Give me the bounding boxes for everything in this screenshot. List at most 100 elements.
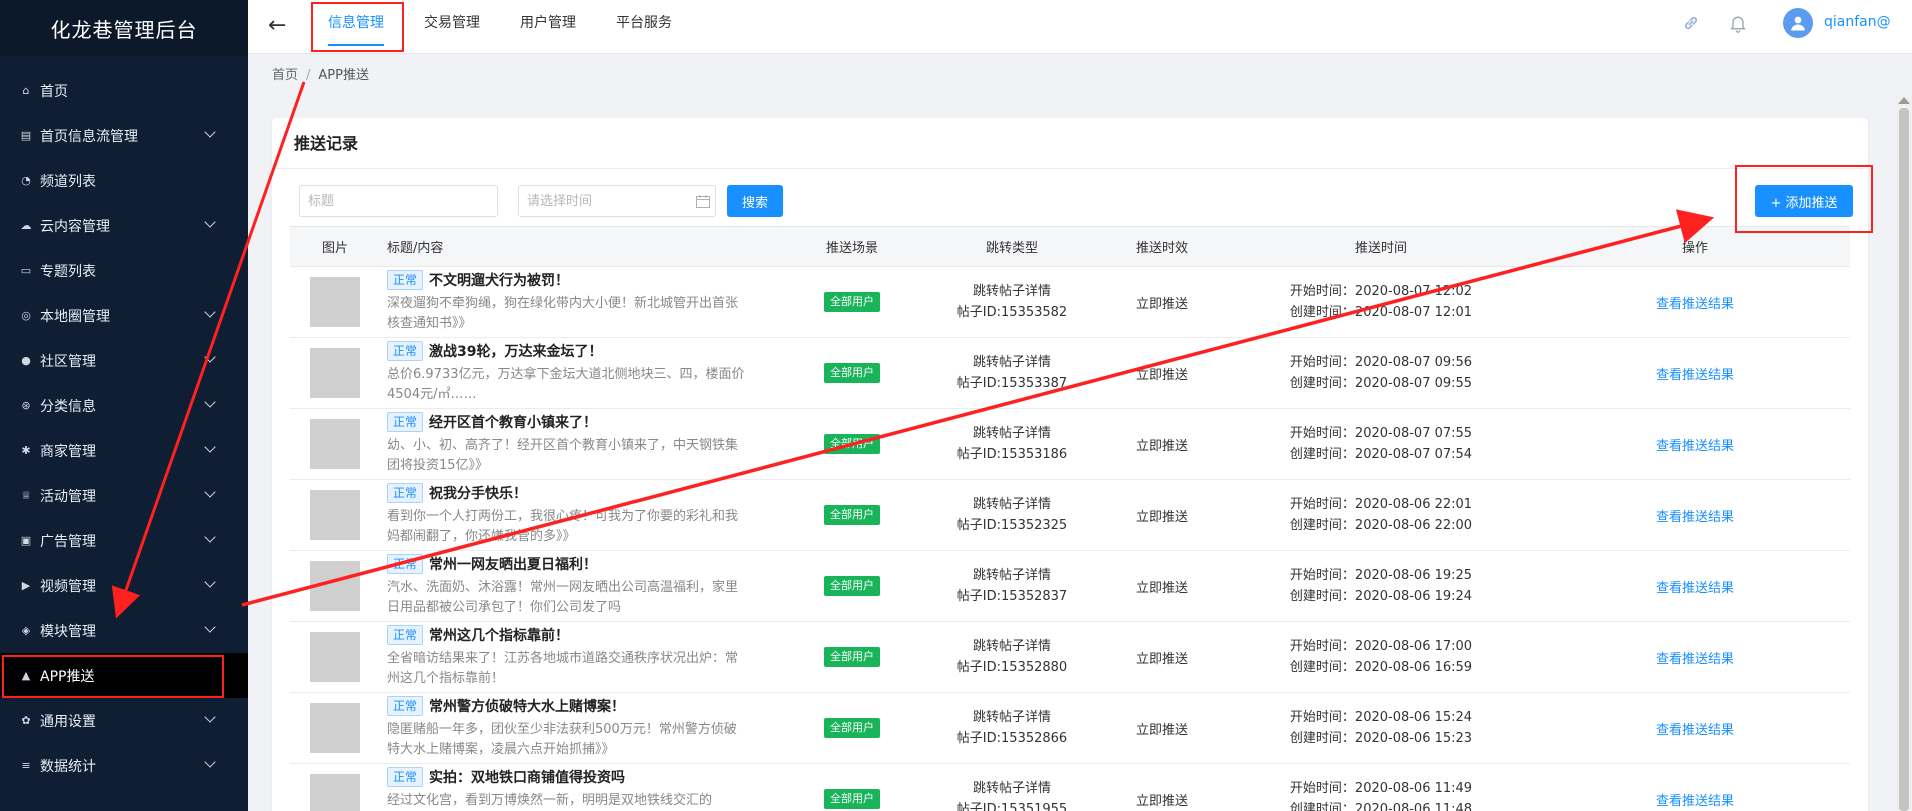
effect-cell: 立即推送: [1135, 722, 1188, 738]
view-result-link[interactable]: 查看推送结果: [1656, 439, 1734, 454]
chevron-down-icon: [204, 216, 216, 228]
scene-tag: 全部用户: [824, 647, 880, 667]
view-result-link[interactable]: 查看推送结果: [1656, 368, 1734, 383]
sidebar-item-1[interactable]: ▤ 首页信息流管理: [0, 113, 248, 158]
avatar[interactable]: [1783, 8, 1813, 38]
scene-tag: 全部用户: [824, 505, 880, 525]
time-cell: 开始时间：2020-08-06 22:01 创建时间：2020-08-06 22:…: [1222, 494, 1540, 536]
title-cell: 正常 不文明遛犬行为被罚！ 深夜遛狗不牵狗绳，狗在绿化带内大小便！新北城管开出首张核…: [380, 270, 782, 334]
status-badge: 正常: [387, 412, 424, 432]
annotation-box-info-tab: [311, 2, 404, 52]
sidebar-item-4[interactable]: ▭ 专题列表: [0, 248, 248, 293]
app-title: 化龙巷管理后台: [0, 0, 248, 56]
back-arrow-icon[interactable]: ←: [268, 15, 286, 37]
created-time: 创建时间：2020-08-06 11:48: [1289, 802, 1473, 811]
view-result-link[interactable]: 查看推送结果: [1656, 723, 1734, 738]
thumbnail-image: [310, 419, 360, 469]
push-title: 实拍：双地铁口商铺值得投资吗: [429, 770, 626, 786]
sidebar-item-14[interactable]: ✿ 通用设置: [0, 698, 248, 743]
table-header: 图片 标题/内容 推送场景 跳转类型 推送时效 推送时间 操作: [290, 227, 1850, 267]
view-result-link[interactable]: 查看推送结果: [1656, 581, 1734, 596]
title-cell: 正常 激战39轮，万达来金坛了！ 总价6.9733亿元，万达拿下金坛大道北侧地块三、…: [380, 341, 782, 405]
view-result-link[interactable]: 查看推送结果: [1656, 297, 1734, 312]
start-time: 开始时间：2020-08-07 12:02: [1289, 284, 1473, 299]
start-time: 开始时间：2020-08-07 09:56: [1289, 355, 1473, 370]
view-result-link[interactable]: 查看推送结果: [1656, 652, 1734, 667]
scene-tag: 全部用户: [824, 576, 880, 596]
status-badge: 正常: [387, 696, 424, 716]
title-cell: 正常 常州这几个指标靠前！ 全省暗访结果来了！江苏各地城市道路交通秩序状况出炉：常州…: [380, 625, 782, 689]
tab-2[interactable]: 用户管理: [520, 0, 576, 46]
title-cell: 正常 实拍：双地铁口商铺值得投资吗 经过文化宫，看到万博焕然一新，明明是双地铁线交汇…: [380, 767, 782, 811]
sidebar-item-label: 分类信息: [40, 398, 96, 415]
jump-cell: 跳转帖子详情 帖子ID:15352880: [922, 636, 1102, 678]
chevron-down-icon: [204, 351, 216, 363]
push-content: 看到你一个人打两份工，我很心疼！可我为了你要的彩礼和我妈都闹翻了，你还嫌我管的多…: [387, 509, 739, 544]
thumbnail-image: [310, 703, 360, 753]
sidebar-item-8[interactable]: ✱ 商家管理: [0, 428, 248, 473]
push-title: 激战39轮，万达来金坛了！: [429, 344, 603, 360]
table-row: 正常 经开区首个教育小镇来了！ 幼、小、初、高齐了！经开区首个教育小镇来了，中天钢铁…: [290, 409, 1850, 480]
tab-3[interactable]: 平台服务: [616, 0, 672, 46]
status-badge: 正常: [387, 767, 424, 787]
thumbnail-image: [310, 632, 360, 682]
effect-cell: 立即推送: [1135, 438, 1188, 454]
effect-cell: 立即推送: [1135, 509, 1188, 525]
chevron-down-icon: [204, 621, 216, 633]
calendar-icon[interactable]: [696, 195, 710, 208]
status-badge: 正常: [387, 554, 424, 574]
jump-type: 跳转帖子详情: [972, 568, 1051, 583]
scroll-up-icon[interactable]: [1898, 97, 1910, 104]
title-line: 正常 常州警方侦破特大水上赌博案！: [387, 696, 782, 716]
sidebar-item-label: 商家管理: [40, 443, 96, 460]
time-cell: 开始时间：2020-08-06 17:00 创建时间：2020-08-06 16:…: [1222, 636, 1540, 678]
sidebar-item-12[interactable]: ◈ 模块管理: [0, 608, 248, 653]
table-row: 正常 常州警方侦破特大水上赌博案！ 隐匿赌船一年多，团伙至少非法获利500万元！常州…: [290, 693, 1850, 764]
thumbnail-image: [310, 774, 360, 811]
created-time: 创建时间：2020-08-06 15:23: [1289, 731, 1473, 746]
sidebar-item-2[interactable]: ◔ 频道列表: [0, 158, 248, 203]
sidebar-item-label: 本地圈管理: [40, 308, 110, 325]
sidebar-item-10[interactable]: ▣ 广告管理: [0, 518, 248, 563]
username[interactable]: qianfan@: [1824, 14, 1891, 30]
tab-1[interactable]: 交易管理: [424, 0, 480, 46]
sidebar-item-7[interactable]: ⊛ 分类信息: [0, 383, 248, 428]
sidebar-item-11[interactable]: ▶ 视频管理: [0, 563, 248, 608]
op-cell: 查看推送结果: [1540, 719, 1850, 738]
title-line: 正常 经开区首个教育小镇来了！: [387, 412, 782, 432]
column-header: 操作: [1681, 241, 1708, 256]
sidebar-item-5[interactable]: ◎ 本地圈管理: [0, 293, 248, 338]
view-result-link[interactable]: 查看推送结果: [1656, 794, 1734, 809]
op-cell: 查看推送结果: [1540, 435, 1850, 454]
sidebar-item-9[interactable]: ♕ 活动管理: [0, 473, 248, 518]
notification-bell-icon[interactable]: [1728, 12, 1748, 34]
chevron-down-icon: [204, 396, 216, 408]
title-cell: 正常 祝我分手快乐！ 看到你一个人打两份工，我很心疼！可我为了你要的彩礼和我妈都闹翻…: [380, 483, 782, 547]
title-search-input[interactable]: [299, 185, 498, 217]
scene-tag: 全部用户: [824, 363, 880, 383]
breadcrumb-home[interactable]: 首页: [272, 68, 298, 83]
op-cell: 查看推送结果: [1540, 648, 1850, 667]
scene-cell: 全部用户: [782, 292, 922, 312]
user-icon: [1791, 16, 1805, 31]
sidebar-item-3[interactable]: ☁ 云内容管理: [0, 203, 248, 248]
jump-cell: 跳转帖子详情 帖子ID:15352325: [922, 494, 1102, 536]
push-content: 全省暗访结果来了！江苏各地城市道路交通秩序状况出炉：常州这几个指标靠前！: [387, 651, 739, 686]
scrollbar-thumb[interactable]: [1899, 108, 1909, 811]
effect-cell: 立即推送: [1135, 367, 1188, 383]
thumbnail-image: [310, 490, 360, 540]
sidebar-item-15[interactable]: ≡ 数据统计: [0, 743, 248, 788]
sidebar-item-0[interactable]: ⌂ 首页: [0, 68, 248, 113]
link-icon[interactable]: [1680, 13, 1702, 33]
sidebar-item-6[interactable]: ● 社区管理: [0, 338, 248, 383]
title-cell: 正常 常州警方侦破特大水上赌博案！ 隐匿赌船一年多，团伙至少非法获利500万元！常州…: [380, 696, 782, 760]
push-content: 深夜遛狗不牵狗绳，狗在绿化带内大小便！新北城管开出首张核查通知书》》: [387, 296, 739, 331]
created-time: 创建时间：2020-08-06 19:24: [1289, 589, 1473, 604]
date-picker-input[interactable]: [518, 185, 716, 217]
effect-cell: 立即推送: [1135, 793, 1188, 809]
search-button[interactable]: 搜索: [727, 185, 783, 217]
time-cell: 开始时间：2020-08-07 12:02 创建时间：2020-08-07 12:…: [1222, 281, 1540, 323]
view-result-link[interactable]: 查看推送结果: [1656, 510, 1734, 525]
push-title: 经开区首个教育小镇来了！: [429, 415, 598, 431]
created-time: 创建时间：2020-08-06 22:00: [1289, 518, 1473, 533]
